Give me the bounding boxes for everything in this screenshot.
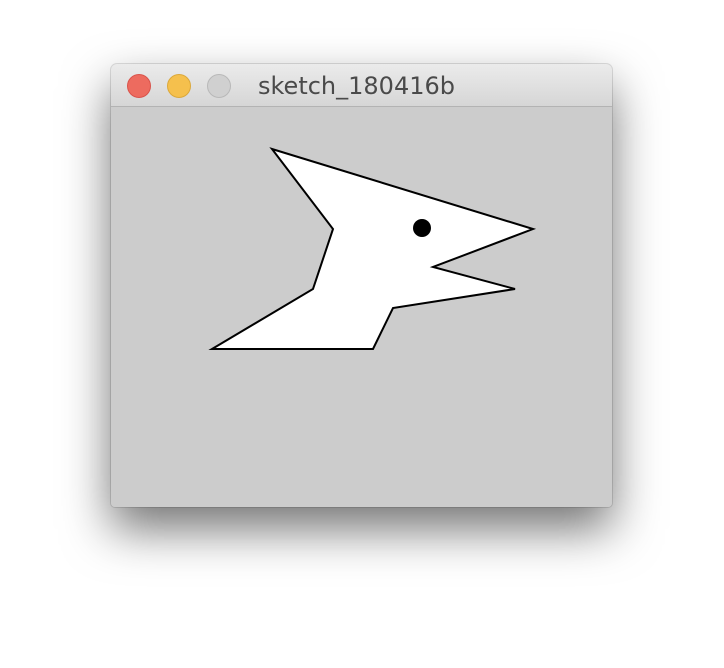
- eye-dot: [413, 219, 431, 237]
- sketch-canvas[interactable]: [111, 107, 612, 507]
- minimize-button[interactable]: [167, 74, 191, 98]
- bird-head-shape: [208, 147, 537, 350]
- close-button[interactable]: [127, 74, 151, 98]
- window-title: sketch_180416b: [258, 72, 455, 100]
- sketch-window: sketch_180416b: [111, 64, 612, 507]
- zoom-button[interactable]: [207, 74, 231, 98]
- canvas-drawing: [208, 147, 537, 350]
- title-bar[interactable]: sketch_180416b: [111, 64, 612, 107]
